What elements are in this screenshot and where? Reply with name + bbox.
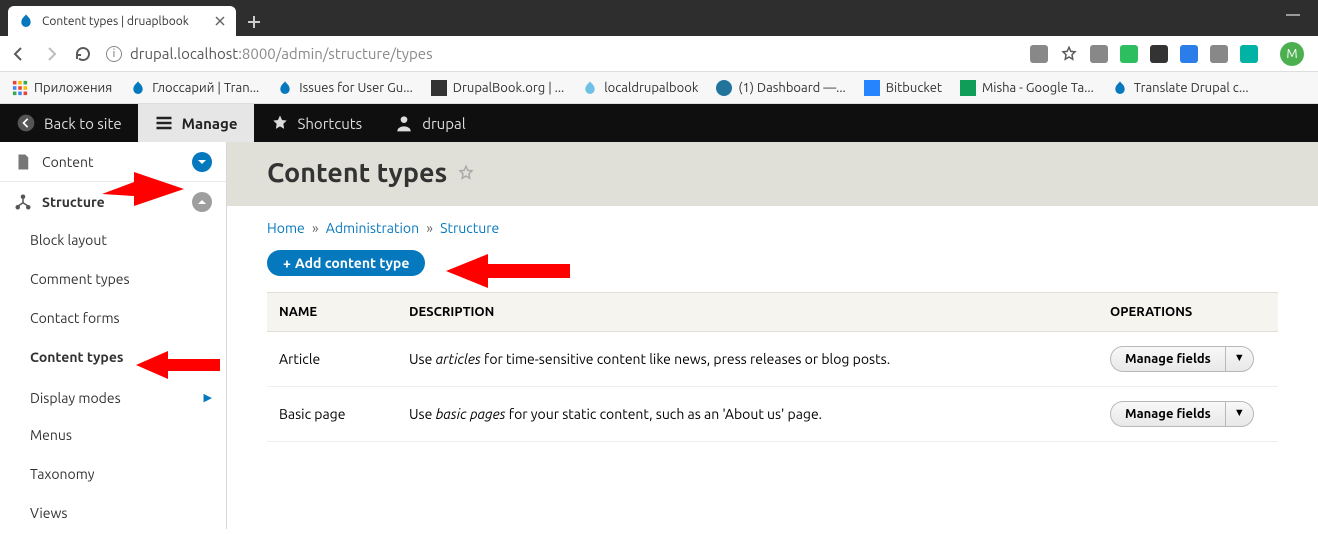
bookmark-star-icon[interactable] <box>1060 45 1078 63</box>
drupal-icon <box>277 80 293 96</box>
drupal-favicon-icon <box>18 13 34 29</box>
page-title: Content types <box>267 158 1278 188</box>
reload-button[interactable] <box>74 45 92 63</box>
extension-icon-2[interactable] <box>1150 45 1168 63</box>
url-path: /admin/structure/types <box>276 45 433 62</box>
document-icon <box>14 153 32 171</box>
sidebar-item-comment-types[interactable]: Comment types <box>0 261 226 300</box>
drupal-icon <box>130 80 146 96</box>
operations-dropdown[interactable]: Manage fields▼ <box>1110 401 1254 427</box>
sidebar-item-block-layout[interactable]: Block layout <box>0 222 226 261</box>
site-info-icon[interactable]: i <box>106 46 122 62</box>
breadcrumb-structure[interactable]: Structure <box>440 220 499 236</box>
browser-tab[interactable]: Content types | druaplbook <box>8 6 236 36</box>
bookmark-item[interactable]: Bitbucket <box>864 80 942 96</box>
col-name: NAME <box>267 293 397 332</box>
profile-avatar[interactable]: M <box>1280 42 1304 66</box>
col-operations: OPERATIONS <box>1098 293 1278 332</box>
col-description: DESCRIPTION <box>397 293 1098 332</box>
operations-dropdown[interactable]: Manage fields▼ <box>1110 346 1254 372</box>
main-content: Content types Home » Administration » St… <box>227 142 1318 529</box>
sidebar-item-content[interactable]: Content <box>0 142 226 182</box>
bookmark-item[interactable]: localdrupalbook <box>582 80 698 96</box>
forward-button[interactable] <box>42 45 60 63</box>
browser-tab-bar: Content types | druaplbook <box>0 0 1318 36</box>
url-port: :8000 <box>238 45 276 62</box>
extension-icon-5[interactable] <box>1240 45 1258 63</box>
bitbucket-icon <box>864 80 880 96</box>
user-menu[interactable]: drupal <box>378 104 481 142</box>
wp-icon <box>716 80 732 96</box>
sidebar-item-views[interactable]: Views <box>0 495 226 534</box>
sidebar-item-display-modes[interactable]: Display modes▶ <box>0 378 226 417</box>
sidebar-item-content-types[interactable]: Content types <box>0 339 226 378</box>
extension-icon-1[interactable] <box>1090 45 1108 63</box>
bookmark-item[interactable]: Глоссарий | Tran... <box>130 80 259 96</box>
extension-icon-4[interactable] <box>1210 45 1228 63</box>
expand-icon[interactable] <box>192 152 212 172</box>
sidebar-item-contact-forms[interactable]: Contact forms <box>0 300 226 339</box>
manage-button[interactable]: Manage <box>138 104 254 142</box>
row-name: Article <box>267 332 397 387</box>
page-header: Content types <box>227 142 1318 206</box>
breadcrumb-admin[interactable]: Administration <box>326 220 419 236</box>
bookmark-item[interactable]: (1) Dashboard —... <box>716 80 845 96</box>
plus-icon: + <box>283 255 291 271</box>
caret-right-icon: ▶ <box>204 391 212 404</box>
dropdown-toggle[interactable]: ▼ <box>1225 401 1254 427</box>
bookmark-item[interactable]: Issues for User Gu... <box>277 80 413 96</box>
table-row: Article Use articles for time-sensitive … <box>267 332 1278 387</box>
bookmark-item[interactable]: DrupalBook.org | ... <box>431 80 564 96</box>
bookmarks-bar: Приложения Глоссарий | Tran... Issues fo… <box>0 72 1318 104</box>
tab-title: Content types | druaplbook <box>42 15 206 28</box>
plus-icon <box>247 15 261 29</box>
sidebar-item-menus[interactable]: Menus <box>0 417 226 456</box>
translate-icon[interactable] <box>1030 45 1048 63</box>
back-button[interactable] <box>10 45 28 63</box>
extension-icon-3[interactable] <box>1180 45 1198 63</box>
shortcuts-button[interactable]: Shortcuts <box>254 104 379 142</box>
bookmark-item[interactable]: Translate Drupal c... <box>1112 80 1249 96</box>
apps-shortcut[interactable]: Приложения <box>12 80 112 96</box>
manage-fields-button[interactable]: Manage fields <box>1110 401 1225 427</box>
admin-sidebar: Content Structure Block layout Comment t… <box>0 142 227 529</box>
close-icon[interactable] <box>214 15 226 27</box>
extension-icons: M <box>1030 42 1308 66</box>
table-row: Basic page Use basic pages for your stat… <box>267 387 1278 442</box>
content-types-table: NAME DESCRIPTION OPERATIONS Article Use … <box>267 292 1278 442</box>
sidebar-item-structure[interactable]: Structure <box>0 182 226 222</box>
apps-icon <box>12 80 28 96</box>
url-field[interactable]: i drupal.localhost:8000/admin/structure/… <box>106 45 1016 62</box>
back-to-site-button[interactable]: Back to site <box>0 104 138 142</box>
add-content-type-button[interactable]: +Add content type <box>267 250 425 276</box>
row-description: Use basic pages for your static content,… <box>397 387 1098 442</box>
breadcrumb-home[interactable]: Home <box>267 220 305 236</box>
hamburger-icon <box>154 113 174 133</box>
row-description: Use articles for time-sensitive content … <box>397 332 1098 387</box>
dropdown-toggle[interactable]: ▼ <box>1225 346 1254 372</box>
manage-fields-button[interactable]: Manage fields <box>1110 346 1225 372</box>
row-name: Basic page <box>267 387 397 442</box>
user-icon <box>394 113 414 133</box>
hierarchy-icon <box>14 193 32 211</box>
drupal-icon <box>1112 80 1128 96</box>
breadcrumb: Home » Administration » Structure <box>267 220 1278 236</box>
new-tab-button[interactable] <box>240 8 268 36</box>
sheets-icon <box>960 80 976 96</box>
drupal-icon <box>582 80 598 96</box>
site-icon <box>431 80 447 96</box>
evernote-icon[interactable] <box>1120 45 1138 63</box>
sidebar-item-taxonomy[interactable]: Taxonomy <box>0 456 226 495</box>
url-host: drupal.localhost <box>130 45 238 62</box>
favorite-star-icon[interactable] <box>457 164 475 182</box>
collapse-icon[interactable] <box>192 192 212 212</box>
star-icon <box>270 113 290 133</box>
back-arrow-circle-icon <box>16 113 36 133</box>
window-minimize-icon[interactable] <box>1286 14 1300 16</box>
admin-toolbar: Back to site Manage Shortcuts drupal <box>0 104 1318 142</box>
bookmark-item[interactable]: Misha - Google Ta... <box>960 80 1094 96</box>
address-bar: i drupal.localhost:8000/admin/structure/… <box>0 36 1318 72</box>
